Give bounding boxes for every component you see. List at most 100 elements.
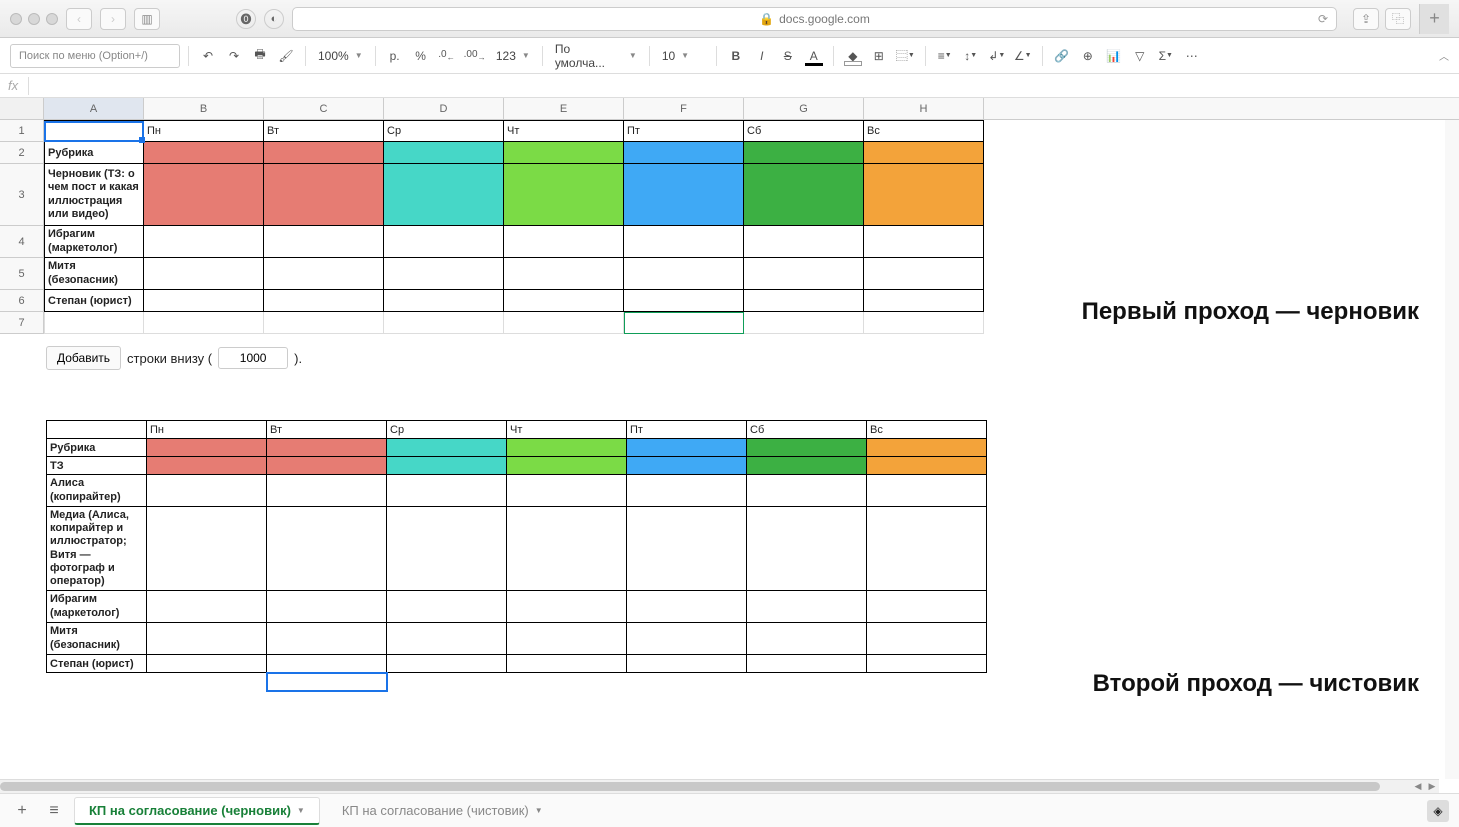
cell[interactable]: Сб: [744, 121, 864, 142]
scroll-right-icon[interactable]: ▶: [1425, 780, 1439, 793]
cell[interactable]: Алиса (копирайтер): [47, 475, 147, 507]
cell[interactable]: [507, 475, 627, 507]
cell[interactable]: [144, 226, 264, 258]
cell[interactable]: [627, 475, 747, 507]
share-button[interactable]: ⇪: [1353, 8, 1379, 30]
cell[interactable]: [504, 312, 624, 334]
cell[interactable]: [747, 591, 867, 623]
cell[interactable]: [264, 258, 384, 290]
more-formats[interactable]: 123▼: [492, 49, 534, 63]
zoom-dropdown[interactable]: 100%▼: [314, 49, 367, 63]
font-size[interactable]: 10▼: [658, 49, 708, 63]
cell[interactable]: Ср: [387, 421, 507, 439]
col-header[interactable]: D: [384, 98, 504, 119]
wrap-button[interactable]: ↲▼: [986, 44, 1008, 68]
cell[interactable]: [507, 655, 627, 673]
cell[interactable]: [864, 226, 984, 258]
cell[interactable]: [507, 439, 627, 457]
cell[interactable]: [144, 164, 264, 226]
cell[interactable]: Пт: [624, 121, 744, 142]
cell[interactable]: [147, 475, 267, 507]
col-header[interactable]: C: [264, 98, 384, 119]
borders-button[interactable]: ⊞: [868, 44, 890, 68]
cell[interactable]: Степан (юрист): [47, 655, 147, 673]
format-currency[interactable]: p.: [384, 44, 406, 68]
bold-button[interactable]: B: [725, 44, 747, 68]
menu-search[interactable]: Поиск по меню (Option+/): [10, 44, 180, 68]
halign-button[interactable]: ≡▼: [934, 44, 956, 68]
cell[interactable]: [267, 475, 387, 507]
cell[interactable]: Пн: [147, 421, 267, 439]
cell[interactable]: [264, 164, 384, 226]
cell[interactable]: [267, 655, 387, 673]
cell[interactable]: [624, 142, 744, 164]
all-sheets-button[interactable]: ≡: [42, 799, 66, 823]
cell[interactable]: [387, 475, 507, 507]
italic-button[interactable]: I: [751, 44, 773, 68]
more-button[interactable]: ⋯: [1181, 44, 1203, 68]
cell[interactable]: [144, 312, 264, 334]
cell[interactable]: [384, 312, 504, 334]
cell[interactable]: [747, 475, 867, 507]
cell[interactable]: [267, 439, 387, 457]
cell[interactable]: [264, 142, 384, 164]
chart-button[interactable]: 📊: [1103, 44, 1125, 68]
undo-button[interactable]: ↶: [197, 44, 219, 68]
cell[interactable]: [147, 439, 267, 457]
text-color-button[interactable]: A: [803, 44, 825, 68]
cell[interactable]: [867, 591, 987, 623]
cell[interactable]: [864, 258, 984, 290]
cell[interactable]: [867, 655, 987, 673]
sidebar-button[interactable]: ▥: [134, 8, 160, 30]
cell[interactable]: [624, 312, 744, 334]
row-header[interactable]: 4: [0, 226, 43, 258]
col-header[interactable]: B: [144, 98, 264, 119]
cell[interactable]: [744, 258, 864, 290]
cell[interactable]: [747, 655, 867, 673]
font-dropdown[interactable]: По умолча...▼: [551, 42, 641, 70]
cell[interactable]: [627, 655, 747, 673]
cell[interactable]: Чт: [504, 121, 624, 142]
cell[interactable]: [747, 439, 867, 457]
cell[interactable]: Рубрика: [44, 142, 144, 164]
cell[interactable]: [387, 591, 507, 623]
cell[interactable]: [504, 226, 624, 258]
cell[interactable]: [624, 164, 744, 226]
cell[interactable]: Вт: [264, 121, 384, 142]
add-rows-button[interactable]: Добавить: [46, 346, 121, 370]
cell[interactable]: [624, 226, 744, 258]
cell[interactable]: [387, 655, 507, 673]
cell[interactable]: [504, 290, 624, 312]
cell[interactable]: Вс: [867, 421, 987, 439]
tabs-button[interactable]: ⿻: [1385, 8, 1411, 30]
cell[interactable]: Митя (безопасник): [47, 623, 147, 655]
cell[interactable]: [747, 457, 867, 475]
decrease-decimal[interactable]: .0←: [436, 44, 458, 68]
cell[interactable]: [627, 457, 747, 475]
cell[interactable]: [627, 507, 747, 591]
add-rows-input[interactable]: [218, 347, 288, 369]
cell[interactable]: [867, 623, 987, 655]
add-sheet-button[interactable]: +: [10, 799, 34, 823]
max-dot[interactable]: [46, 13, 58, 25]
cell[interactable]: Чт: [507, 421, 627, 439]
cell[interactable]: Ср: [384, 121, 504, 142]
new-tab-button[interactable]: +: [1419, 4, 1449, 34]
cell[interactable]: [744, 226, 864, 258]
cell[interactable]: [507, 591, 627, 623]
col-header[interactable]: G: [744, 98, 864, 119]
cell[interactable]: [264, 312, 384, 334]
strike-button[interactable]: S: [777, 44, 799, 68]
vertical-scrollbar[interactable]: [1445, 120, 1459, 779]
redo-button[interactable]: ↷: [223, 44, 245, 68]
cell[interactable]: [144, 142, 264, 164]
cell[interactable]: [147, 623, 267, 655]
cell[interactable]: [264, 226, 384, 258]
cell[interactable]: [504, 142, 624, 164]
reload-icon[interactable]: ⟳: [1318, 12, 1328, 26]
cell[interactable]: [747, 507, 867, 591]
explore-button[interactable]: ◈: [1427, 800, 1449, 822]
cell[interactable]: [864, 164, 984, 226]
chevron-down-icon[interactable]: ▼: [297, 806, 305, 815]
cell[interactable]: [144, 258, 264, 290]
